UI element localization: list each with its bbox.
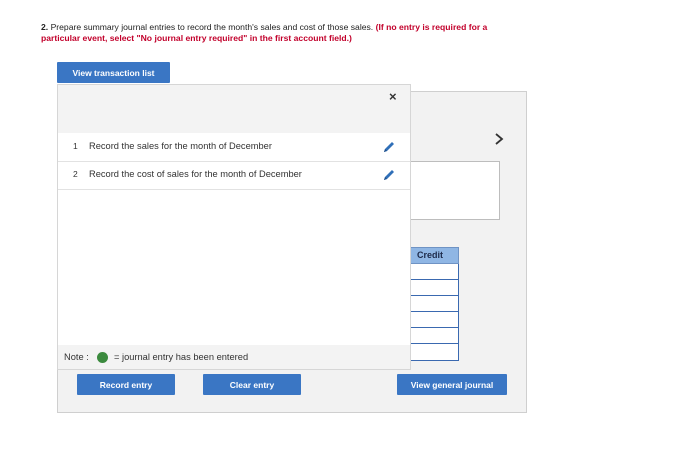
view-general-journal-button[interactable]: View general journal	[397, 374, 507, 395]
record-entry-button[interactable]: Record entry	[77, 374, 175, 395]
transaction-label: Record the cost of sales for the month o…	[89, 169, 302, 179]
question-number: 2.	[41, 22, 49, 32]
note-label: Note :	[64, 352, 89, 362]
view-transaction-list-button[interactable]: View transaction list	[57, 62, 170, 83]
question-text: 2. Prepare summary journal entries to re…	[41, 22, 511, 44]
credit-cell[interactable]	[410, 344, 459, 361]
edit-pencil-icon[interactable]	[381, 167, 397, 183]
clear-entry-button[interactable]: Clear entry	[203, 374, 301, 395]
close-icon[interactable]: ×	[389, 89, 397, 104]
note-description: = journal entry has been entered	[114, 352, 249, 362]
transaction-list-panel: × 1 Record the sales for the month of De…	[57, 84, 411, 370]
credit-column-header: Credit	[410, 247, 459, 264]
edit-pencil-icon[interactable]	[381, 139, 397, 155]
transaction-row[interactable]: 2 Record the cost of sales for the month…	[58, 161, 410, 190]
question-body: Prepare summary journal entries to recor…	[50, 22, 374, 32]
journal-description-box	[409, 161, 500, 220]
credit-cell[interactable]	[410, 280, 459, 296]
entered-status-dot-icon	[97, 352, 108, 363]
transaction-label: Record the sales for the month of Decemb…	[89, 141, 272, 151]
transaction-number: 2	[73, 169, 78, 179]
credit-cell[interactable]	[410, 312, 459, 328]
transaction-list-header: ×	[58, 85, 410, 133]
note-bar: Note : = journal entry has been entered	[58, 345, 410, 369]
credit-cell[interactable]	[410, 328, 459, 344]
credit-cell[interactable]	[410, 296, 459, 312]
transaction-number: 1	[73, 141, 78, 151]
next-arrow-icon[interactable]	[494, 132, 504, 151]
credit-cell[interactable]	[410, 264, 459, 280]
transaction-row[interactable]: 1 Record the sales for the month of Dece…	[58, 133, 410, 162]
